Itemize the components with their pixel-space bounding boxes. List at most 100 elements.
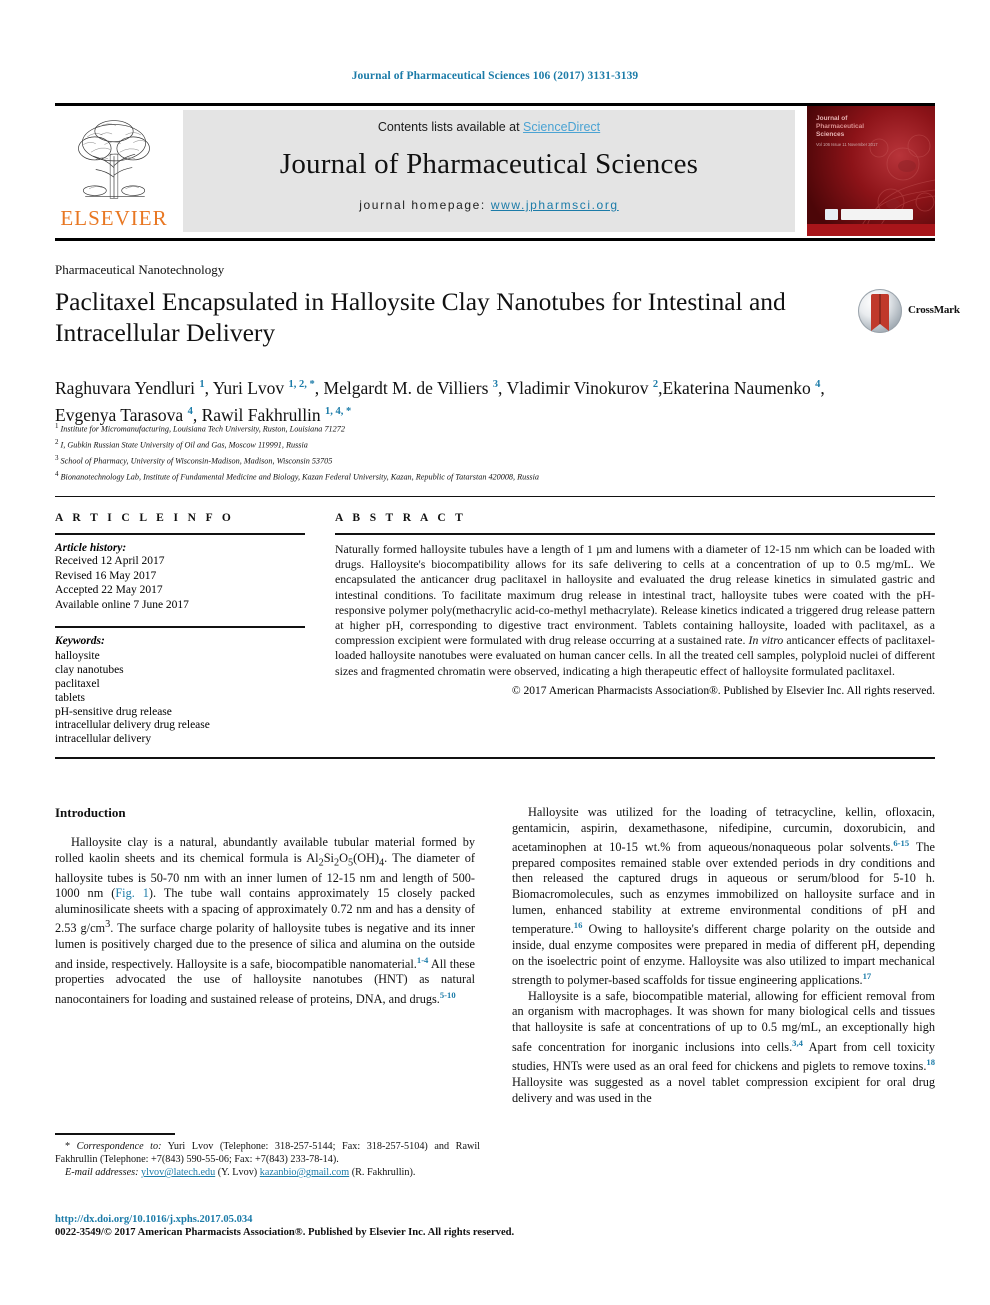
keyword-item: intracellular delivery [55, 733, 152, 746]
email-link-lvov[interactable]: ylvov@latech.edu [141, 1167, 215, 1178]
author-list: Raghuvara Yendluri 1, Yuri Lvov 1, 2, *,… [55, 377, 825, 425]
cover-title-line2: Pharmaceutical [816, 123, 865, 130]
keyword-item: intracellular delivery drug release [55, 719, 210, 732]
correspondence-footnote: * Correspondence to: Yuri Lvov (Telephon… [55, 1140, 480, 1179]
page-title: Paclitaxel Encapsulated in Halloysite Cl… [55, 287, 786, 347]
author-name: Vladimir Vinokurov [506, 377, 653, 398]
author-affiliation-marker: 4 [187, 405, 193, 417]
author-affiliation-marker: 1, 2, * [288, 379, 315, 390]
introduction-heading: Introduction [55, 805, 126, 820]
affiliation-text: Bionanotechnology Lab, Institute of Fund… [58, 472, 539, 482]
contents-prefix: Contents lists available at [377, 120, 524, 134]
author-affiliation-marker: 1, 4, * [325, 405, 352, 417]
article-history-item: Revised 16 May 2017 [55, 569, 157, 582]
citation-ref[interactable]: 18 [926, 1057, 935, 1067]
abstract-block: A B S T R A C T Naturally formed halloys… [335, 512, 935, 697]
journal-article-page: Journal of Pharmaceutical Sciences 106 (… [0, 0, 990, 1305]
footnote-rule [55, 1133, 175, 1135]
keyword-item: clay nanotubes [55, 664, 124, 677]
abstract-italic: In vitro [748, 633, 784, 648]
affiliation-text: I, Gubkin Russian State University of Oi… [58, 440, 308, 450]
email2-owner: (R. Fakhrullin). [351, 1167, 416, 1178]
article-info-block: A R T I C L E I N F O Article history: R… [55, 512, 305, 747]
doi-link[interactable]: http://dx.doi.org/10.1016/j.xphs.2017.05… [55, 1214, 615, 1225]
body-paragraph: Halloysite clay is a natural, abundantly… [55, 835, 475, 1007]
article-history-list: Received 12 April 2017 Revised 16 May 201… [55, 554, 305, 612]
email-link-fakhrullin[interactable]: kazanbio@gmail.com [260, 1167, 349, 1178]
elsevier-logo: ELSEVIER [55, 110, 173, 236]
article-history-item: Received 12 April 2017 [55, 555, 165, 567]
intro-paragraphs-right: Halloysite was utilized for the loading … [512, 805, 935, 1106]
affiliation-item: 1 Institute for Micromanufacturing, Loui… [55, 420, 935, 436]
citation-ref[interactable]: 16 [574, 920, 583, 930]
cover-footer-bar [807, 224, 935, 236]
crossmark-icon [858, 289, 902, 333]
journal-homepage-link[interactable]: www.jpharmsci.org [491, 198, 619, 212]
email-line: E-mail addresses: ylvov@latech.edu (Y. L… [55, 1166, 480, 1179]
keywords-list: halloysite clay nanotubes paclitaxel tablet… [55, 650, 305, 747]
footer-copyright: 0022-3549/© 2017 American Pharmacists As… [55, 1227, 515, 1238]
cover-title-line3: Sciences [816, 131, 845, 138]
keyword-item: pH-sensitive drug release [55, 705, 172, 718]
intro-paragraphs-left: Halloysite clay is a natural, abundantly… [55, 835, 475, 1008]
keyword-item: paclitaxel [55, 677, 100, 690]
citation-ref[interactable]: 1-4 [417, 955, 428, 965]
affiliation-text: School of Pharmacy, University of Wiscon… [58, 456, 333, 466]
info-block-top-rule [55, 496, 935, 497]
journal-masthead: ELSEVIER Contents lists available at Sci… [55, 103, 935, 241]
body-paragraph: Halloysite is a safe, biocompatible mate… [512, 988, 935, 1105]
cover-subtitle: Vol 106 Issue 11 November 2017 [816, 142, 878, 147]
affiliation-item: 4 Bionanotechnology Lab, Institute of Fu… [55, 468, 935, 484]
crossmark-badge[interactable]: CrossMark [858, 289, 960, 335]
info-block-bottom-rule [55, 757, 935, 759]
email1-owner: (Y. Lvov) [217, 1167, 258, 1178]
article-history-label: Article history: [55, 542, 127, 554]
article-history-item: Available online 7 June 2017 [55, 598, 189, 611]
affiliation-item: 3 School of Pharmacy, University of Wisc… [55, 452, 935, 468]
article-section-label: Pharmaceutical Nanotechnology [55, 262, 225, 277]
citation-ref[interactable]: 6-15 [893, 838, 909, 848]
elsevier-wordmark: ELSEVIER [60, 206, 168, 230]
cover-badge-left [825, 209, 838, 220]
citation-ref[interactable]: 17 [863, 971, 872, 981]
journal-band: Contents lists available at ScienceDirec… [183, 110, 795, 232]
abstract-rule [335, 533, 935, 535]
keyword-item: halloysite [55, 650, 100, 663]
abstract-text: Naturally formed halloysite tubules have… [335, 542, 935, 678]
correspondence-label: Correspondence to: [76, 1141, 162, 1152]
author-name: Yuri Lvov [212, 377, 289, 398]
cover-title-line1: Journal of [816, 115, 848, 122]
email-label: E-mail addresses: [65, 1167, 139, 1178]
body-column-left: Introduction Halloysite clay is a natura… [55, 805, 475, 1008]
keywords-rule [55, 626, 305, 629]
crossmark-label: CrossMark [908, 304, 960, 316]
figure-1-link[interactable]: Fig. 1 [115, 886, 149, 900]
journal-title: Journal of Pharmaceutical Sciences [279, 148, 699, 180]
journal-homepage-line: journal homepage: www.jpharmsci.org [183, 198, 795, 212]
sciencedirect-link[interactable]: ScienceDirect [523, 120, 600, 134]
author-affiliation-marker: 2 [652, 379, 659, 390]
journal-cover-thumbnail[interactable]: Journal of Pharmaceutical Sciences Vol 1… [807, 106, 935, 236]
abstract-heading: A B S T R A C T [335, 512, 467, 524]
article-info-heading: A R T I C L E I N F O [55, 512, 235, 524]
citation-ref[interactable]: 3,4 [792, 1038, 803, 1048]
author-affiliation-marker: 4 [815, 379, 821, 390]
abstract-copyright: © 2017 American Pharmacists Association®… [511, 684, 935, 697]
running-head: Journal of Pharmaceutical Sciences 106 (… [351, 70, 639, 82]
crossmark-book-spine [879, 294, 881, 324]
article-info-rule [55, 533, 305, 535]
affiliation-item: 2 I, Gubkin Russian State University of … [55, 436, 935, 452]
keywords-label: Keywords: [55, 635, 105, 648]
author-name: Ekaterina Naumenko [662, 377, 816, 398]
body-paragraph: Halloysite was utilized for the loading … [512, 805, 935, 988]
correspondence-star: * [65, 1141, 77, 1152]
keyword-item: tablets [55, 691, 86, 704]
affiliation-text: Institute for Micromanufacturing, Louisi… [58, 424, 345, 434]
author-affiliation-marker: 1 [199, 379, 205, 390]
citation-ref[interactable]: 5-10 [440, 990, 456, 1000]
author-name: Melgardt M. de Villiers [323, 377, 493, 398]
author-name: Raghuvara Yendluri [55, 377, 200, 398]
homepage-prefix: journal homepage: [359, 198, 491, 212]
elsevier-tree-icon [78, 120, 150, 199]
body-column-right: Halloysite was utilized for the loading … [512, 805, 935, 1106]
